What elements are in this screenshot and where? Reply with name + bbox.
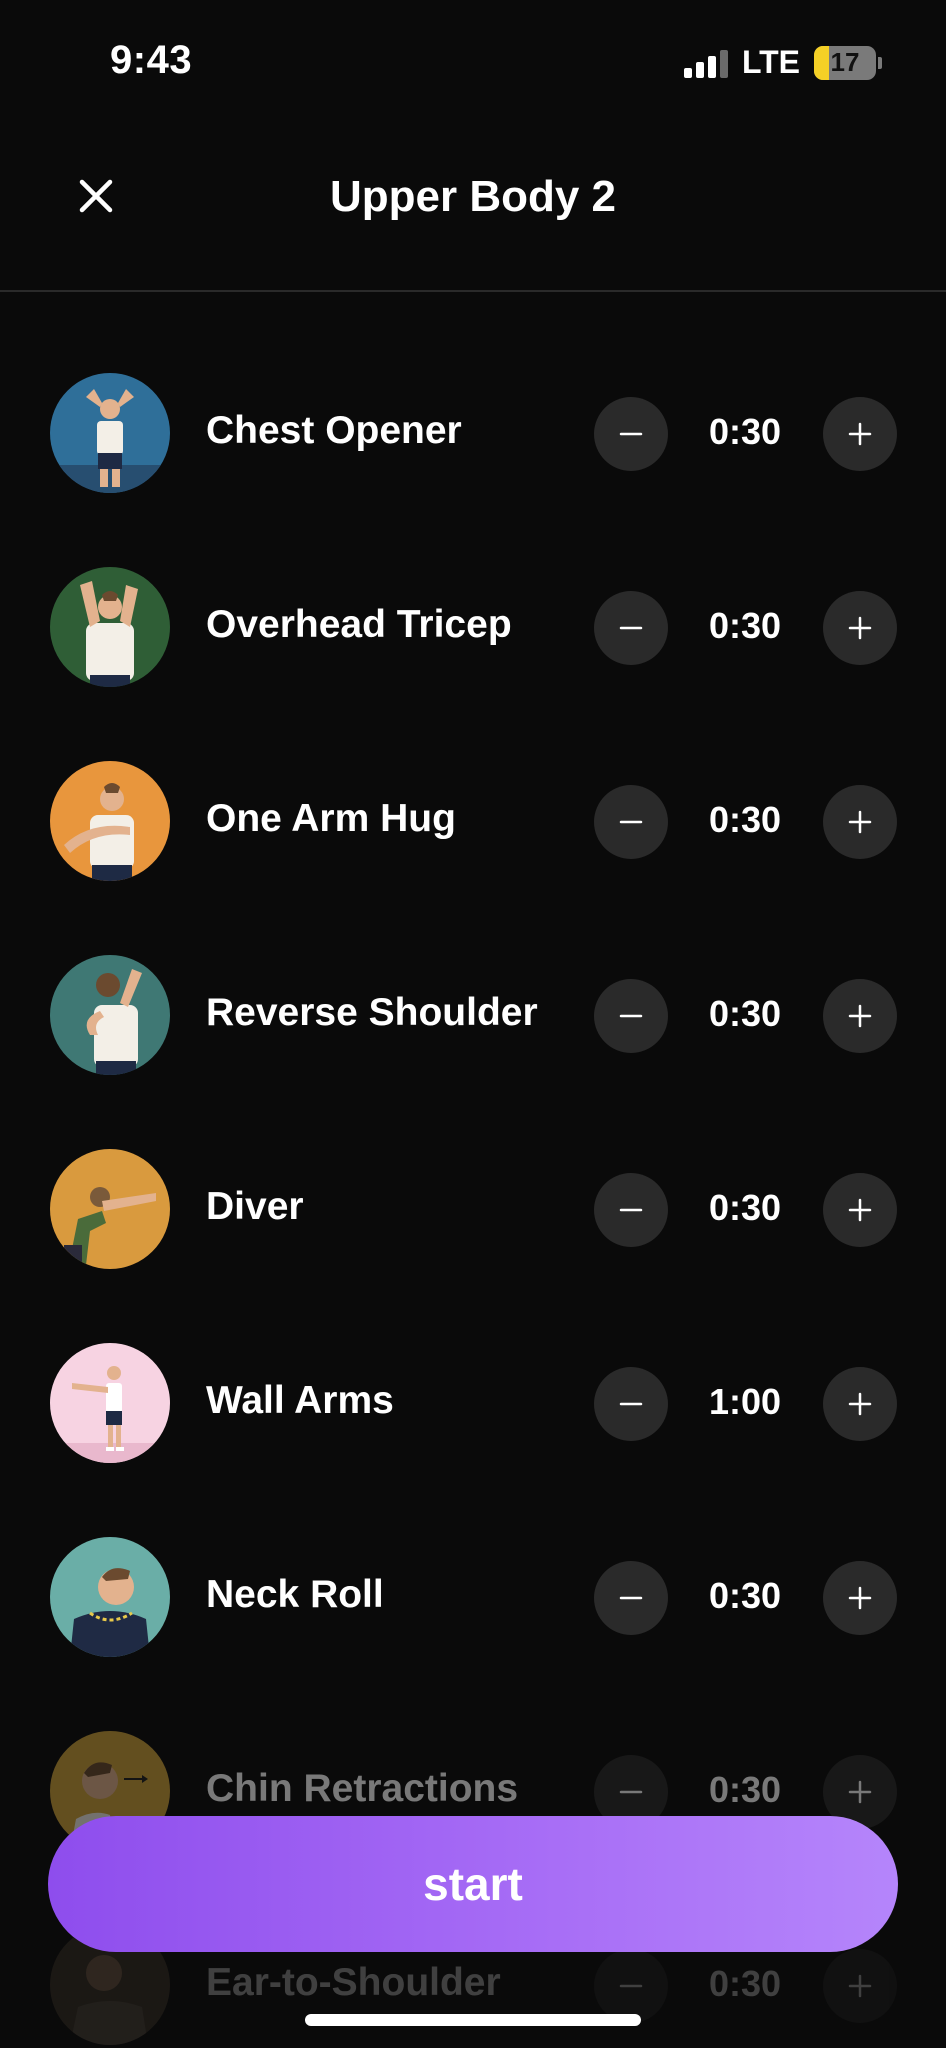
exercise-name: Ear-to-Shoulder: [206, 1961, 501, 2004]
increase-duration-button[interactable]: [823, 591, 897, 665]
status-indicators: LTE 17: [683, 44, 882, 81]
battery-level: 17: [830, 47, 860, 77]
increase-duration-button[interactable]: [823, 1367, 897, 1441]
start-label: start: [423, 1858, 523, 1910]
exercise-name: One Arm Hug: [206, 797, 456, 840]
network-label: LTE: [741, 44, 800, 80]
exercise-name: Chin Retractions: [206, 1767, 519, 1810]
plus-icon: [848, 1974, 872, 1998]
exercise-duration: 0:30: [708, 993, 782, 1034]
minus-icon: [619, 432, 643, 436]
exercise-duration: 0:30: [708, 1575, 782, 1616]
exercise-name: Overhead Tricep: [206, 603, 512, 646]
app-screen: 9:43 LTE 17 Upper Body 2 Chest Opener 0:…: [0, 0, 946, 2048]
header-bar: Upper Body 2: [0, 120, 946, 292]
decrease-duration-button[interactable]: [594, 979, 668, 1053]
exercise-name: Diver: [206, 1185, 304, 1228]
plus-icon: [848, 1392, 872, 1416]
status-bar: 9:43 LTE 17: [0, 0, 946, 120]
plus-icon: [848, 1780, 872, 1804]
exercise-row[interactable]: Reverse Shoulder 0:30: [0, 919, 946, 1113]
exercise-row[interactable]: Neck Roll 0:30: [0, 1501, 946, 1695]
start-button[interactable]: start: [48, 1816, 898, 1952]
increase-duration-button[interactable]: [823, 1949, 897, 2023]
minus-icon: [619, 820, 643, 824]
minus-icon: [619, 1208, 643, 1212]
exercise-name: Reverse Shoulder: [206, 991, 538, 1034]
plus-icon: [848, 1004, 872, 1028]
status-time: 9:43: [110, 38, 193, 82]
exercise-duration: 1:00: [708, 1381, 782, 1422]
exercise-duration: 0:30: [708, 1769, 782, 1810]
exercise-row[interactable]: Wall Arms 1:00: [0, 1307, 946, 1501]
plus-icon: [848, 422, 872, 446]
minus-icon: [619, 1596, 643, 1600]
increase-duration-button[interactable]: [823, 1561, 897, 1635]
signal-icon: [683, 48, 728, 78]
exercise-name: Chest Opener: [206, 409, 462, 452]
page-title: Upper Body 2: [329, 172, 617, 221]
minus-icon: [619, 1790, 643, 1794]
overhead-tricep-avatar: [50, 567, 170, 687]
decrease-duration-button[interactable]: [594, 1173, 668, 1247]
decrease-duration-button[interactable]: [594, 1367, 668, 1441]
plus-icon: [848, 810, 872, 834]
increase-duration-button[interactable]: [823, 397, 897, 471]
exercise-row[interactable]: One Arm Hug 0:30: [0, 725, 946, 919]
exercise-name: Neck Roll: [206, 1573, 384, 1616]
decrease-duration-button[interactable]: [594, 397, 668, 471]
increase-duration-button[interactable]: [823, 979, 897, 1053]
plus-icon: [848, 1198, 872, 1222]
decrease-duration-button[interactable]: [594, 591, 668, 665]
battery-cap: [878, 56, 882, 69]
exercise-duration: 0:30: [708, 1187, 782, 1228]
minus-icon: [619, 1014, 643, 1018]
reverse-shoulder-avatar: [50, 955, 170, 1075]
exercise-row[interactable]: Diver 0:30: [0, 1113, 946, 1307]
decrease-duration-button[interactable]: [594, 1561, 668, 1635]
home-indicator[interactable]: [305, 2014, 641, 2026]
minus-icon: [619, 1402, 643, 1406]
increase-duration-button[interactable]: [823, 1173, 897, 1247]
decrease-duration-button[interactable]: [594, 1949, 668, 2023]
decrease-duration-button[interactable]: [594, 785, 668, 859]
plus-icon: [848, 1586, 872, 1610]
minus-icon: [619, 1984, 643, 1988]
exercise-duration: 0:30: [708, 411, 782, 452]
increase-duration-button[interactable]: [823, 785, 897, 859]
minus-icon: [619, 626, 643, 630]
exercise-duration: 0:30: [708, 799, 782, 840]
exercise-duration: 0:30: [708, 1963, 782, 2004]
wall-arms-avatar: [50, 1343, 170, 1463]
plus-icon: [848, 616, 872, 640]
battery-icon: 17: [814, 45, 876, 80]
one-arm-hug-avatar: [50, 761, 170, 881]
exercise-name: Wall Arms: [206, 1379, 394, 1422]
exercise-row[interactable]: Chest Opener 0:30: [0, 337, 946, 531]
neck-roll-avatar: [50, 1537, 170, 1657]
exercise-duration: 0:30: [708, 605, 782, 646]
chest-opener-avatar: [50, 373, 170, 493]
exercise-row[interactable]: Overhead Tricep 0:30: [0, 531, 946, 725]
diver-avatar: [50, 1149, 170, 1269]
